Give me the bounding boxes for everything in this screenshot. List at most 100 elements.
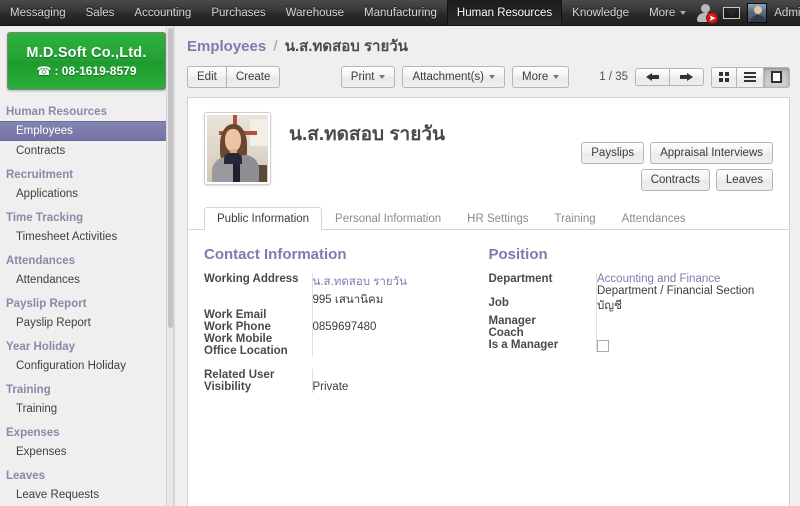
smart-button-contracts[interactable]: Contracts: [640, 169, 710, 191]
field-row-job: Job บัญชี: [489, 297, 761, 315]
create-button[interactable]: Create: [225, 66, 281, 88]
sidebar-item-attendances[interactable]: Attendances: [0, 270, 173, 290]
field-value-job[interactable]: บัญชี: [596, 297, 761, 315]
form-view-button[interactable]: [763, 66, 790, 88]
list-view-button[interactable]: [736, 66, 763, 88]
sidebar-section-payslip-report: Payslip Report: [6, 298, 87, 310]
field-row-manager: Manager: [489, 315, 761, 327]
print-button[interactable]: Print: [340, 66, 396, 88]
sidebar-section-expenses: Expenses: [6, 427, 60, 439]
previous-record-button[interactable]: [635, 68, 669, 86]
tab-hr-settings[interactable]: HR Settings: [454, 207, 541, 230]
smart-button-appraisal-interviews[interactable]: Appraisal Interviews: [650, 142, 773, 164]
field-spacer: [204, 357, 477, 369]
field-spacer-label: [204, 357, 312, 369]
tab-attendances[interactable]: Attendances: [609, 207, 699, 230]
sidebar-item-expenses[interactable]: Expenses: [0, 442, 173, 462]
chevron-down-icon: [379, 74, 386, 79]
menu-item-knowledge[interactable]: Knowledge: [562, 0, 639, 25]
field-label-coach: Coach: [488, 327, 524, 339]
field-value-related-user[interactable]: [311, 369, 477, 381]
field-value-work-email[interactable]: [311, 309, 477, 321]
field-value-line-1: น.ส.ทดสอบ รายวัน: [312, 276, 407, 288]
field-value-line-1: [313, 345, 477, 357]
pager-count: 1 / 35: [599, 71, 628, 83]
pager-buttons: [635, 68, 704, 86]
smart-button-leaves[interactable]: Leaves: [715, 169, 773, 191]
menu-item-label: Warehouse: [285, 6, 345, 19]
field-value-line-1: [313, 309, 477, 321]
field-value-manager[interactable]: [596, 315, 761, 327]
menu-item-more[interactable]: More: [639, 0, 696, 25]
next-record-button[interactable]: [669, 68, 704, 86]
field-value-coach[interactable]: [596, 327, 761, 339]
field-row-visibility: Visibility Private: [204, 381, 477, 393]
field-value-department[interactable]: Accounting and Finance Department / Finan…: [596, 273, 761, 297]
breadcrumb: Employees / น.ส.ทดสอบ รายวัน: [187, 34, 788, 58]
content-area: Employees / น.ส.ทดสอบ รายวัน Edit Create…: [174, 26, 800, 506]
edit-button[interactable]: Edit: [187, 66, 226, 88]
smart-button-payslips[interactable]: Payslips: [581, 142, 645, 164]
sidebar-item-training[interactable]: Training: [0, 399, 173, 419]
field-value-work-phone[interactable]: 0859697480: [311, 321, 477, 333]
record-toolbar: Edit Create Print Attachment(s) More 1 /…: [175, 58, 800, 97]
sidebar-menu: Human Resources Employees Contracts Recruit…: [0, 98, 173, 506]
breadcrumb-root[interactable]: Employees: [187, 38, 266, 55]
menu-item-accounting[interactable]: Accounting: [124, 0, 201, 25]
administrator-avatar[interactable]: [747, 2, 768, 23]
more-button[interactable]: More: [512, 66, 570, 88]
envelope-icon[interactable]: [723, 6, 741, 19]
company-logo: M.D.Soft Co.,Ltd. ☎ : 08-1619-8579: [7, 32, 166, 90]
sidebar-item-applications[interactable]: Applications: [0, 184, 173, 204]
sidebar-item-leave-requests[interactable]: Leave Requests: [0, 485, 173, 505]
kanban-view-button[interactable]: [711, 66, 736, 88]
user-add-icon[interactable]: ➤: [696, 3, 719, 24]
field-label-related-user: Related User: [204, 369, 275, 381]
contact-information-fields: Working Address น.ส.ทดสอบ รายวัน 995 เสนาน…: [204, 273, 477, 393]
menu-item-sales[interactable]: Sales: [76, 0, 125, 25]
sidebar-scrollbar[interactable]: [166, 26, 173, 506]
phone-icon: ☎: [36, 63, 52, 78]
list-view-icon: [744, 72, 756, 82]
breadcrumb-current: น.ส.ทดสอบ รายวัน: [284, 38, 408, 55]
menu-item-label: More: [649, 6, 676, 19]
sidebar-section-leaves: Leaves: [6, 470, 46, 482]
smart-buttons-row-1: Payslips Appraisal Interviews: [581, 142, 773, 164]
menu-item-manufacturing[interactable]: Manufacturing: [354, 0, 447, 25]
field-row-office-location: Office Location: [204, 345, 477, 357]
field-value-office-location[interactable]: [311, 345, 477, 357]
tab-public-information[interactable]: Public Information: [204, 207, 323, 230]
sidebar-item-payslip-report[interactable]: Payslip Report: [0, 313, 173, 333]
menu-item-human-resources[interactable]: Human Resources: [446, 0, 563, 25]
sidebar-item-timesheet-activities[interactable]: Timesheet Activities: [0, 227, 173, 247]
menu-item-label: Accounting: [134, 6, 192, 19]
top-navigation-bar: Messaging Sales Accounting Purchases Warehou…: [0, 0, 800, 26]
sidebar-item-contracts[interactable]: Contracts: [0, 141, 173, 161]
tab-personal-information[interactable]: Personal Information: [322, 207, 454, 230]
sidebar-item-configuration-holiday[interactable]: Configuration Holiday: [0, 356, 173, 376]
field-value-visibility[interactable]: Private: [311, 381, 477, 393]
company-name: M.D.Soft Co.,Ltd.: [26, 44, 147, 61]
tab-training[interactable]: Training: [542, 207, 609, 230]
contact-information-group: Contact Information Working Address น.ส.ท…: [204, 246, 489, 393]
employee-photo[interactable]: [204, 112, 271, 185]
smart-buttons: Payslips Appraisal Interviews Contracts Le…: [581, 142, 773, 191]
sidebar-item-employees[interactable]: Employees: [0, 121, 173, 141]
administrator-menu[interactable]: Administrator: [774, 7, 800, 19]
attachments-button[interactable]: Attachment(s): [402, 66, 506, 88]
menu-item-warehouse[interactable]: Warehouse: [276, 0, 354, 25]
sidebar-scrollbar-thumb[interactable]: [168, 28, 173, 328]
field-value-work-mobile[interactable]: [311, 333, 477, 345]
user-add-icon-badge: ➤: [706, 11, 719, 24]
field-value-is-a-manager[interactable]: [596, 339, 761, 352]
field-value-working-address[interactable]: น.ส.ทดสอบ รายวัน 995 เสนานิคม: [311, 273, 477, 309]
checkbox-is-a-manager[interactable]: [597, 340, 609, 352]
field-row-work-mobile: Work Mobile: [204, 333, 477, 345]
record-sheet: น.ส.ทดสอบ รายวัน Payslips Appraisal Inter…: [187, 97, 790, 506]
company-phone: ☎ : 08-1619-8579: [36, 64, 136, 78]
menu-item-purchases[interactable]: Purchases: [201, 0, 275, 25]
kanban-view-icon: [719, 72, 729, 82]
sheet-container: น.ส.ทดสอบ รายวัน Payslips Appraisal Inter…: [175, 97, 800, 506]
menu-item-messaging[interactable]: Messaging: [0, 0, 76, 25]
field-spacer-value: [312, 357, 477, 369]
